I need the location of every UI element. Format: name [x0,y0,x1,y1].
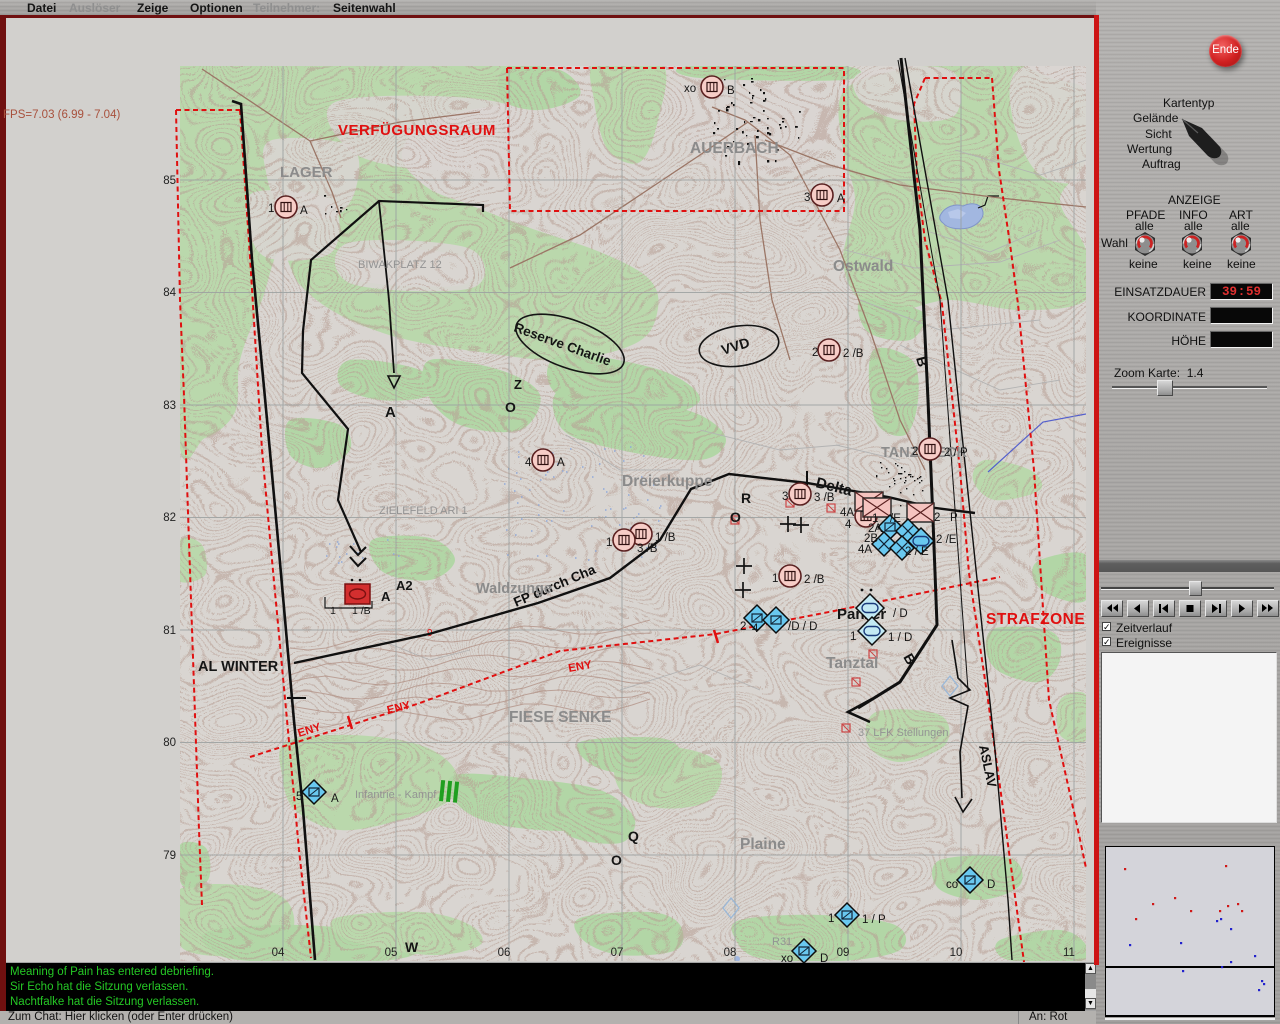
svg-text:Infantrie - Kampf: Infantrie - Kampf [355,789,437,801]
svg-text:STRAFZONE: STRAFZONE [986,611,1085,628]
svg-text:1 /B: 1 /B [352,605,371,617]
svg-text:O: O [505,399,516,415]
svg-text:2: 2 [912,446,918,458]
svg-text:/ D: / D [893,608,908,620]
svg-text:5: 5 [296,791,302,803]
svg-text:81: 81 [163,625,176,637]
svg-text:D: D [987,879,995,891]
svg-text:3 /B: 3 /B [637,543,658,555]
svg-text:4: 4 [525,457,532,469]
svg-text:AUERBACH: AUERBACH [690,140,779,157]
svg-text:2: 2 [812,347,818,359]
svg-text:co: co [946,879,958,891]
svg-text:W: W [405,939,419,955]
svg-text:2 /B: 2 /B [843,348,864,360]
svg-text:11: 11 [1063,947,1075,959]
svg-text:B: B [727,85,735,97]
svg-text:83: 83 [163,400,176,412]
svg-text:04: 04 [272,947,285,959]
svg-text:10: 10 [950,947,963,959]
svg-text:06: 06 [498,947,511,959]
svg-text:BIWAKPLATZ 12: BIWAKPLATZ 12 [358,259,442,271]
svg-text:2 / E: 2 / E [905,546,929,558]
svg-text:P: P [950,512,958,524]
svg-text:1: 1 [850,631,856,643]
svg-text:R: R [741,490,751,506]
svg-text:ZIELEFELD ARI 1: ZIELEFELD ARI 1 [379,505,468,517]
svg-text:1 / D: 1 / D [888,632,912,644]
svg-text:79: 79 [163,850,176,862]
svg-text:84: 84 [163,287,176,299]
svg-text:80: 80 [163,737,176,749]
svg-text:4: 4 [752,623,759,635]
svg-text:A: A [381,589,391,604]
svg-text:1: 1 [828,913,834,925]
svg-text:2: 2 [934,512,940,524]
svg-text:A: A [385,404,396,421]
svg-text:Z: Z [514,377,522,392]
svg-text:4A: 4A [858,544,872,556]
svg-text:Ostwald: Ostwald [833,258,893,275]
svg-text:Dreierkuppe: Dreierkuppe [622,473,713,490]
svg-text:A2: A2 [396,578,413,593]
svg-text:VERFÜGUNGSRAUM: VERFÜGUNGSRAUM [338,122,496,139]
svg-text:82: 82 [163,512,176,524]
svg-text:4A: 4A [840,507,854,519]
svg-text:1 / P: 1 / P [862,914,886,926]
svg-text:AL WINTER: AL WINTER [198,659,279,675]
svg-text:2: 2 [740,621,746,633]
svg-text:R31: R31 [772,936,792,948]
svg-text:08: 08 [724,947,737,959]
svg-text:3: 3 [782,491,788,503]
svg-text:Q: Q [628,828,639,844]
svg-text:09: 09 [837,947,850,959]
svg-text:2 / P: 2 / P [944,447,968,459]
svg-text:/D / D: /D / D [788,621,817,633]
svg-text:07: 07 [611,947,624,959]
svg-text:A: A [837,193,845,205]
svg-text:FIESE SENKE: FIESE SENKE [509,709,612,726]
svg-text:4: 4 [845,519,852,531]
svg-text:Tanztal: Tanztal [826,655,878,672]
svg-text:3: 3 [804,192,810,204]
svg-text:1: 1 [268,203,274,215]
svg-text:A: A [557,457,565,469]
svg-text:A: A [331,793,339,805]
svg-text:85: 85 [163,175,176,187]
svg-text:Waldzunge: Waldzunge [476,581,552,597]
svg-text:LAGER: LAGER [280,164,333,181]
svg-text:O: O [611,852,622,868]
svg-text:05: 05 [385,947,398,959]
svg-text:1: 1 [772,573,778,585]
svg-text:3 /B: 3 /B [814,492,835,504]
svg-text:2 /B: 2 /B [804,574,825,586]
svg-text:1: 1 [330,605,336,617]
svg-text:/E: /E [890,513,901,525]
svg-text:1: 1 [606,537,612,549]
svg-text:1: 1 [872,513,878,525]
svg-text:2 /E: 2 /E [936,534,957,546]
svg-text:O: O [730,509,741,525]
svg-text:A: A [300,205,308,217]
svg-text:Plaine: Plaine [740,836,786,853]
svg-text:1 /B: 1 /B [655,532,676,544]
svg-text:37 LFK Stellungen: 37 LFK Stellungen [858,727,949,739]
svg-text:xo: xo [684,83,696,95]
